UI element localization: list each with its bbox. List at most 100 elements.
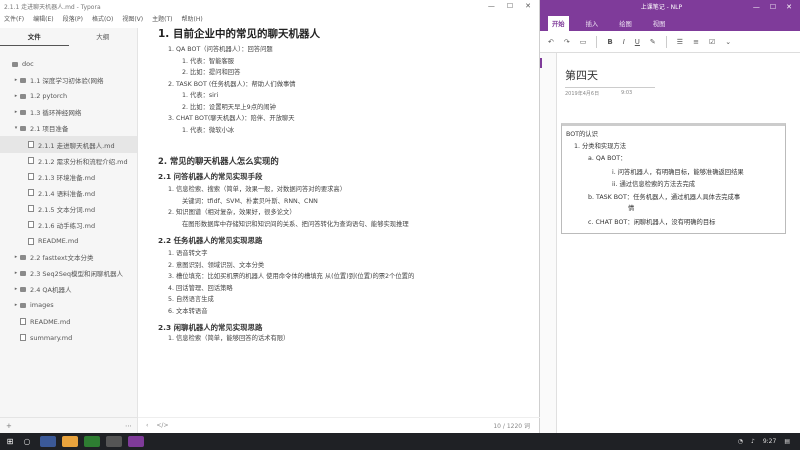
windows-start-icon[interactable]: ⊞ [0, 437, 20, 446]
italic-button[interactable]: I [623, 38, 625, 46]
add-file-icon[interactable]: + [6, 422, 12, 430]
menu-item[interactable]: 文件(F) [4, 14, 24, 23]
folder-icon [20, 302, 26, 308]
onenote-taskbar-icon[interactable] [128, 436, 144, 447]
tab-outline[interactable]: 大纲 [69, 28, 138, 46]
network-icon[interactable]: ◔ [738, 438, 743, 445]
notebook-nav-strip[interactable] [540, 53, 557, 433]
menu-item[interactable]: 编辑(E) [33, 14, 53, 23]
tree-file[interactable]: 2.1.6 动手练习.md [0, 217, 137, 233]
list-item: 1. 语音转文字 [168, 250, 208, 257]
tree-file[interactable]: 2.1.3 环境准备.md [0, 169, 137, 185]
close-icon[interactable]: ✕ [525, 2, 531, 10]
file-icon [28, 237, 34, 245]
close-icon[interactable]: ✕ [786, 3, 792, 11]
list-item: 在图形数据库中存储知识和知识间的关系、把问答转化为查询语句、能够实现推理 [182, 220, 409, 228]
markdown-editor[interactable]: 1. 目前企业中的常见的聊天机器人 1. QA BOT（问答机器人）：回答问题 1… [138, 28, 540, 417]
clipboard-icon[interactable]: ▭ [580, 38, 587, 46]
tree-label: 2.1 项目准备 [30, 125, 69, 134]
chevron-right-icon[interactable]: ▸ [12, 302, 20, 308]
list-item: 6. 文本转语音 [168, 307, 208, 315]
menu-item[interactable]: 帮助(H) [182, 14, 203, 23]
chevron-right-icon[interactable]: ▸ [12, 93, 20, 99]
tree-label: 1.2 pytorch [30, 92, 68, 101]
chevron-right-icon[interactable]: ▸ [12, 286, 20, 292]
tree-folder[interactable]: ▸ 1.3 循环神经网络 [0, 104, 137, 120]
browser-icon[interactable] [84, 436, 100, 447]
file-icon [28, 205, 34, 213]
chevron-right-icon[interactable]: ▸ [12, 77, 20, 83]
tree-folder[interactable]: ▸ 2.2 fasttext文本分类 [0, 249, 137, 265]
chevron-right-icon[interactable]: ▸ [12, 109, 20, 115]
tree-folder[interactable]: ▾ 2.1 项目准备 [0, 120, 137, 136]
page-date: 2019年4月6日 [565, 91, 600, 97]
typora-taskbar-icon[interactable] [106, 436, 122, 447]
ribbon-tab[interactable]: 插入 [582, 16, 603, 31]
folder-icon [12, 61, 18, 67]
chevron-right-icon[interactable]: ▸ [12, 254, 20, 260]
tree-label: doc [22, 60, 34, 69]
chevron-down-icon[interactable]: ▾ [12, 125, 20, 131]
ribbon-tab[interactable]: 视图 [649, 16, 670, 31]
list-item: 2. 比如：设置明天早上9点的闹钟 [182, 103, 276, 111]
tree-folder[interactable]: ▸ 1.1 深度学习初体验(网络 [0, 72, 137, 88]
tree-folder[interactable]: ▸ images [0, 297, 137, 313]
search-icon[interactable]: ○ [20, 437, 34, 446]
tree-file[interactable]: 2.1.4 语料准备.md [0, 185, 137, 201]
file-sidebar: 文件 大纲 doc ▸ 1.1 深度学习初体验(网络 ▸ 1.2 pytorch ▸ 1.3… [0, 28, 138, 433]
note-page[interactable]: 第四天 2019年4月6日 9:03 BOT的认识 1. 分类和实现方法 a. … [557, 53, 800, 433]
menu-item[interactable]: 主题(T) [152, 14, 172, 23]
checkbox-icon[interactable]: ☑ [709, 38, 715, 46]
page-time: 9:03 [621, 90, 633, 96]
tree-folder[interactable]: ▸ 2.3 Seq2Seq模型和闲聊机器人 [0, 265, 137, 281]
typora-titlebar: 2.1.1 走进聊天机器人.md - Typora — ☐ ✕ [0, 0, 539, 12]
ribbon-tab[interactable]: 绘图 [615, 16, 636, 31]
taskview-icon[interactable] [40, 436, 56, 447]
tree-file[interactable]: summary.md [0, 330, 137, 346]
tree-folder[interactable]: doc [0, 56, 137, 72]
bullet-list-icon[interactable]: ☰ [677, 38, 683, 46]
note-heading: BOT的认识 [566, 131, 598, 138]
redo-icon[interactable]: ↷ [564, 38, 570, 46]
tab-files[interactable]: 文件 [0, 28, 69, 46]
highlight-icon[interactable]: ✎ [650, 38, 656, 46]
tree-folder[interactable]: ▸ 2.4 QA机器人 [0, 281, 137, 297]
volume-icon[interactable]: ♪ [751, 438, 755, 445]
word-count[interactable]: 10 / 1220 词 [493, 421, 530, 430]
toggle-sidebar-icon[interactable]: ‹ [146, 422, 148, 429]
tree-label: 2.1.6 动手练习.md [38, 221, 96, 230]
chevron-right-icon[interactable]: ▸ [12, 270, 20, 276]
minimize-icon[interactable]: — [488, 2, 495, 10]
file-icon [28, 173, 34, 181]
file-explorer-icon[interactable] [62, 436, 78, 447]
undo-icon[interactable]: ↶ [548, 38, 554, 46]
more-icon[interactable]: ⌄ [725, 38, 731, 46]
tree-file[interactable]: README.md [0, 233, 137, 249]
menu-item[interactable]: 段落(P) [63, 14, 83, 23]
tree-folder[interactable]: ▸ 1.2 pytorch [0, 88, 137, 104]
list-item: 5. 自然语言生成 [168, 296, 214, 303]
page-title[interactable]: 第四天 [565, 67, 598, 83]
clock[interactable]: 9:27 [763, 438, 776, 445]
note-container[interactable]: BOT的认识 1. 分类和实现方法 a. QA BOT： i. 问答机器人，有明… [561, 123, 786, 234]
file-icon [20, 318, 26, 326]
tree-file[interactable]: 2.1.5 文本分词.md [0, 201, 137, 217]
tree-file[interactable]: 2.1.2 需求分析和流程介绍.md [0, 153, 137, 169]
maximize-icon[interactable]: ☐ [770, 3, 776, 11]
tree-file[interactable]: README.md [0, 314, 137, 330]
task-list: 1. 语音转文字 2. 意图识别、领域识别、文本分类 3. 槽位填充：比如买机票的机… [158, 248, 540, 317]
menu-item[interactable]: 视图(V) [122, 14, 143, 23]
bold-button[interactable]: B [607, 38, 612, 46]
underline-button[interactable]: U [635, 38, 640, 46]
numbered-list-icon[interactable]: ≡ [693, 38, 699, 46]
more-options-icon[interactable]: ⋯ [125, 422, 132, 430]
list-item: 1. 代表：智能客服 [182, 57, 235, 65]
maximize-icon[interactable]: ☐ [507, 2, 513, 10]
folder-icon [20, 254, 26, 260]
source-mode-icon[interactable]: </> [156, 422, 168, 429]
notification-icon[interactable]: ▤ [784, 438, 790, 445]
menu-item[interactable]: 格式(O) [92, 14, 113, 23]
minimize-icon[interactable]: — [753, 3, 760, 11]
tree-file[interactable]: 2.1.1 走进聊天机器人.md [0, 136, 137, 153]
ribbon-tab[interactable]: 开始 [548, 16, 569, 31]
